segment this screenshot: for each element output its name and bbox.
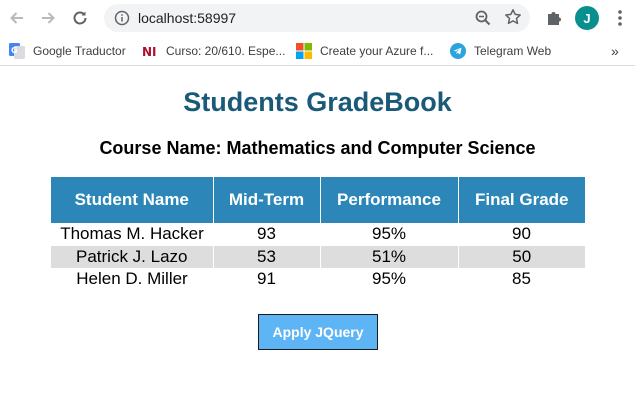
zoom-icon[interactable] <box>474 9 492 27</box>
microsoft-logo-icon <box>296 43 312 59</box>
bookmark-label: Telegram Web <box>474 44 552 58</box>
page-title: Students GradeBook <box>183 87 452 117</box>
info-icon[interactable] <box>114 10 130 26</box>
extensions-puzzle-icon[interactable] <box>544 8 564 28</box>
performance-cell: 51% <box>320 245 459 268</box>
more-bookmarks-chevron-icon[interactable]: » <box>611 43 619 59</box>
bookmark-label: Create your Azure f... <box>320 44 434 58</box>
column-header-performance: Performance <box>320 177 459 223</box>
final-grade-cell: 90 <box>512 224 531 244</box>
student-name-cell: Patrick J. Lazo <box>51 245 214 268</box>
table-row: Helen D. Miller 91 95% 85 <box>51 268 585 291</box>
browser-toolbar: localhost:58997 J <box>0 0 635 36</box>
column-header-mid-term: Mid-Term <box>213 177 321 223</box>
course-name: Course Name: Mathematics and Computer Sc… <box>99 138 536 158</box>
bookmark-star-icon[interactable] <box>504 8 522 26</box>
performance-cell: 95% <box>371 269 407 289</box>
bookmarks-bar: G Google Traductor NI Curso: 20/610. Esp… <box>0 36 635 66</box>
forward-button[interactable] <box>36 6 60 30</box>
table-row: Patrick J. Lazo 53 51% 50 <box>51 245 585 268</box>
performance-cell: 95% <box>371 224 407 244</box>
student-name-cell: Thomas M. Hacker <box>60 224 204 244</box>
bookmark-label: Curso: 20/610. Espe... <box>166 44 286 58</box>
arrow-right-icon <box>42 12 55 24</box>
address-bar[interactable]: localhost:58997 <box>104 4 530 32</box>
student-name-cell: Helen D. Miller <box>76 269 188 289</box>
column-header-student-name: Student Name <box>51 177 214 223</box>
reload-icon <box>73 11 87 25</box>
table-header-row: Student Name Mid-Term Performance Final … <box>51 177 585 223</box>
final-grade-cell: 85 <box>512 269 531 289</box>
back-button[interactable] <box>5 6 29 30</box>
bookmark-curso[interactable]: NI Curso: 20/610. Espe... <box>142 41 285 61</box>
ni-logo-icon: NI <box>142 45 157 59</box>
bookmark-azure[interactable]: Create your Azure f... <box>296 41 433 61</box>
mid-term-cell: 93 <box>257 224 276 244</box>
column-header-final-grade: Final Grade <box>458 177 585 223</box>
svg-text:G: G <box>11 46 18 55</box>
more-menu-icon[interactable] <box>612 8 628 28</box>
bookmark-google-traductor[interactable]: G Google Traductor <box>9 41 126 61</box>
apply-jquery-button[interactable]: Apply JQuery <box>258 314 378 350</box>
svg-text:NI: NI <box>142 45 157 59</box>
gradebook-table: Student Name Mid-Term Performance Final … <box>51 177 585 291</box>
bookmark-label: Google Traductor <box>33 44 126 58</box>
final-grade-cell: 50 <box>458 245 585 268</box>
profile-avatar[interactable]: J <box>575 6 599 30</box>
mid-term-cell: 91 <box>257 269 276 289</box>
table-row: Thomas M. Hacker 93 95% 90 <box>51 223 585 246</box>
mid-term-cell: 53 <box>213 245 321 268</box>
reload-button[interactable] <box>68 6 92 30</box>
telegram-icon <box>450 43 466 59</box>
url-text[interactable]: localhost:58997 <box>138 10 236 26</box>
arrow-left-icon <box>10 12 23 24</box>
bookmark-telegram[interactable]: Telegram Web <box>450 41 551 61</box>
google-translate-icon: G <box>9 43 25 59</box>
